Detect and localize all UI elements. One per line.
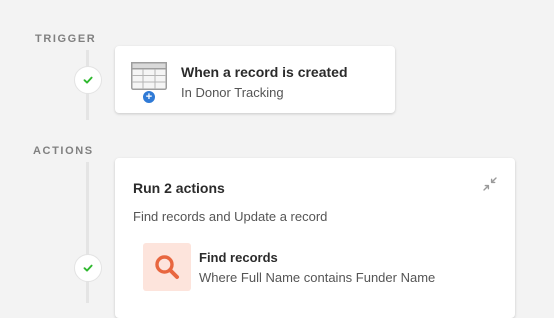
find-records-step-subtitle: Where Full Name contains Funder Name — [199, 270, 436, 285]
trigger-title: When a record is created — [181, 64, 348, 80]
plus-icon: + — [142, 90, 156, 104]
actions-title: Run 2 actions — [133, 180, 225, 196]
find-records-status-check — [74, 254, 102, 282]
trigger-subtitle: In Donor Tracking — [181, 85, 284, 100]
collapse-icon[interactable] — [483, 177, 497, 191]
find-records-icon-tile — [143, 243, 191, 291]
search-icon — [155, 255, 179, 279]
trigger-section-label: TRIGGER — [35, 33, 97, 45]
trigger-card[interactable]: + When a record is created In Donor Trac… — [115, 46, 395, 113]
check-icon — [83, 76, 93, 84]
actions-section-label: ACTIONS — [33, 145, 94, 157]
actions-summary: Find records and Update a record — [133, 209, 328, 224]
find-records-step-title[interactable]: Find records — [199, 250, 278, 265]
trigger-status-check — [74, 66, 102, 94]
check-icon — [83, 264, 93, 272]
actions-card[interactable]: Run 2 actions Find records and Update a … — [115, 158, 515, 318]
table-icon — [131, 62, 167, 90]
